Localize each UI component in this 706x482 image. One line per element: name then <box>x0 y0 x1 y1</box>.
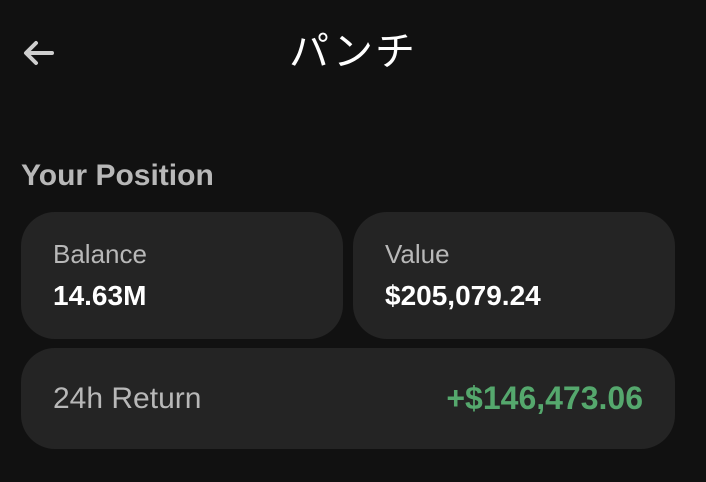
return-24h-label: 24h Return <box>53 382 202 415</box>
balance-value: 14.63M <box>53 280 147 311</box>
return-24h-card: 24h Return +$146,473.06 <box>21 348 675 449</box>
page-title: パンチ <box>289 29 417 75</box>
position-section-title: Your Position <box>21 159 214 192</box>
balance-label: Balance <box>53 239 147 269</box>
value-label: Value <box>385 239 450 269</box>
value-card: Value $205,079.24 <box>353 212 675 339</box>
top-bar: パンチ <box>0 0 706 104</box>
return-24h-value: +$146,473.06 <box>446 380 643 416</box>
balance-card: Balance 14.63M <box>21 212 343 339</box>
position-value: $205,079.24 <box>385 280 541 311</box>
